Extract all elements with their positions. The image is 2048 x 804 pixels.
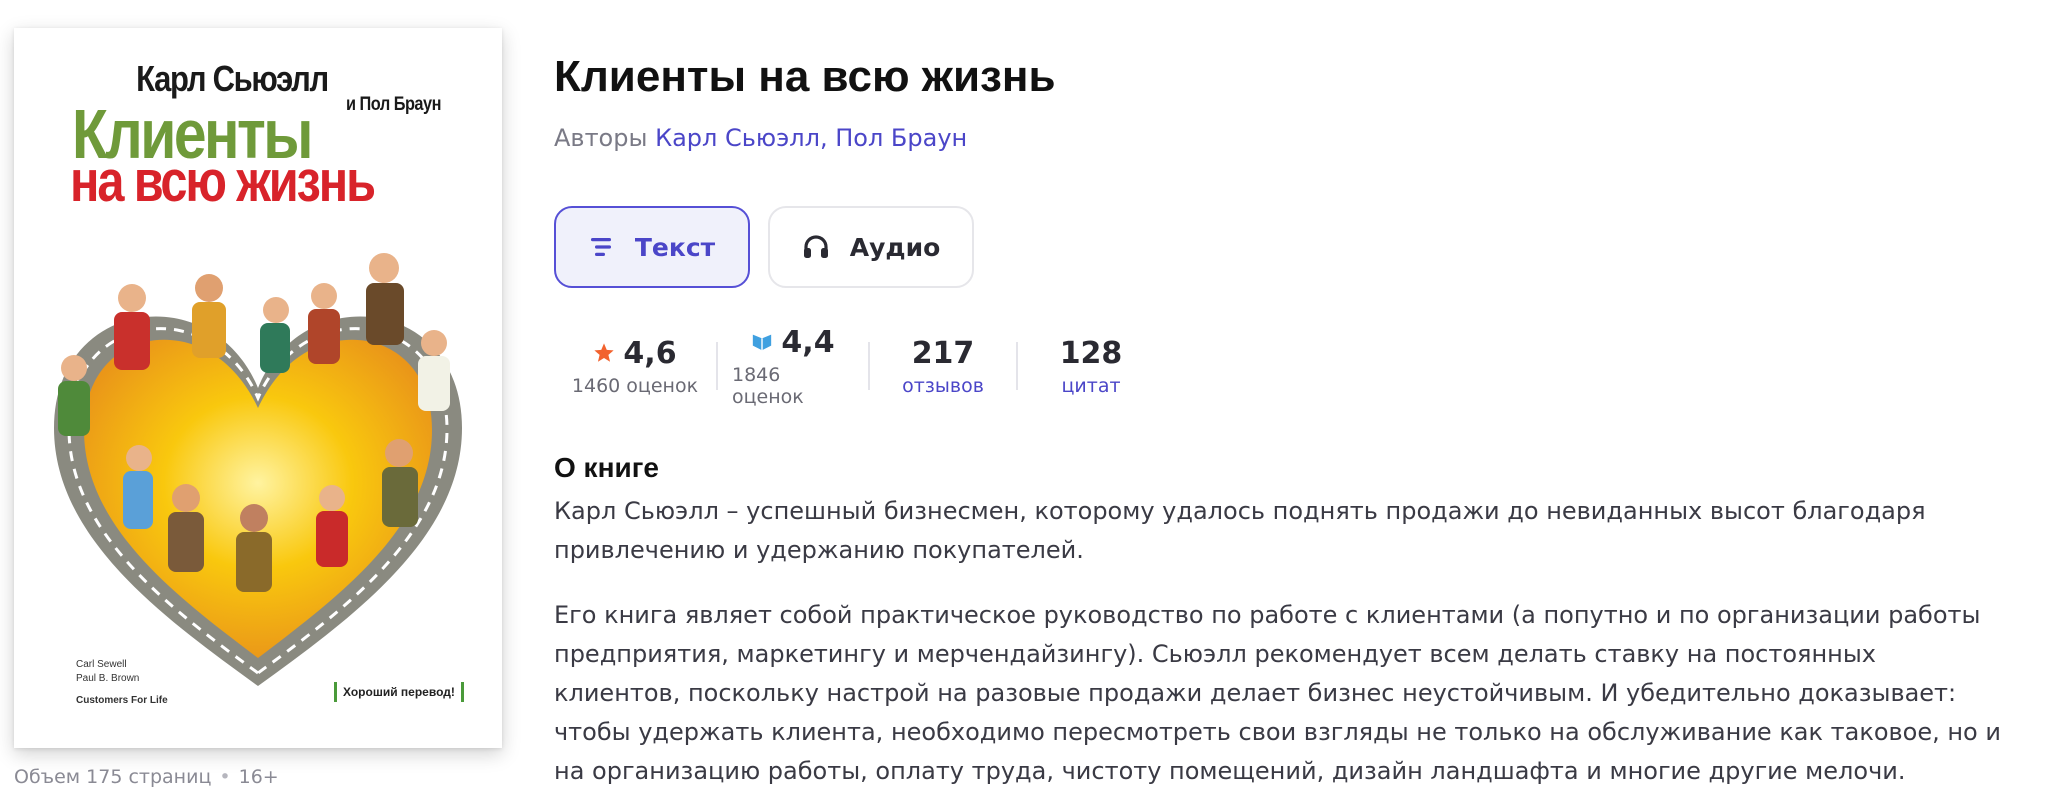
about-paragraph-1: Карл Сьюэлл – успешный бизнесмен, которо… (554, 497, 1926, 564)
cover-en-author2: Paul B. Brown (76, 673, 140, 684)
about-heading: О книге (554, 452, 659, 483)
meta-separator-dot: • (219, 766, 231, 788)
cover-coauthor: и Пол Браун (346, 94, 441, 115)
format-audio-label: Аудио (849, 232, 941, 262)
authors-label: Авторы (554, 124, 648, 152)
page-count: Объем 175 страниц (14, 766, 212, 788)
format-text-button[interactable]: Текст (554, 206, 750, 288)
about-paragraph-2: Его книга являет собой практическое руко… (554, 601, 2001, 785)
age-rating: 16+ (238, 766, 279, 788)
headphones-icon (803, 235, 828, 258)
rating-litres[interactable]: 4,6 1460 оценок (554, 330, 716, 402)
authors-line: Авторы Карл Сьюэлл, Пол Браун (554, 124, 967, 152)
rating-bookmate[interactable]: 4,4 1846 оценок (718, 325, 868, 408)
rating-bookmate-count: 1846 оценок (732, 363, 804, 408)
reviews-stat[interactable]: 217 отзывов (870, 330, 1016, 402)
cover-badge: Хороший перевод! (334, 682, 464, 702)
reviews-link[interactable]: отзывов (902, 375, 984, 397)
book-title: Клиенты на всю жизнь (554, 52, 1056, 101)
rating-bookmate-value: 4,4 (781, 324, 835, 360)
quotes-link[interactable]: цитат (1061, 375, 1120, 397)
book-meta: Объем 175 страниц • 16+ (14, 766, 279, 788)
reviews-count: 217 (911, 335, 975, 371)
book-stats: 4,6 1460 оценок 4,4 1846 оценок 217 отзы… (554, 325, 1164, 408)
authors-link[interactable]: Карл Сьюэлл, Пол Браун (655, 124, 967, 152)
cover-title-line2: на всю жизнь (70, 149, 376, 214)
format-audio-button[interactable]: Аудио (768, 206, 974, 288)
cover-en-author1: Carl Sewell (76, 659, 127, 670)
book-cover[interactable]: Карл Сьюэлл и Пол Браун Клиенты на всю ж… (14, 28, 502, 748)
rating-litres-value: 4,6 (623, 335, 677, 371)
cover-illustration (54, 253, 462, 686)
quotes-stat[interactable]: 128 цитат (1018, 330, 1164, 402)
rating-litres-count: 1460 оценок (571, 374, 699, 397)
quotes-count: 128 (1059, 335, 1123, 371)
text-lines-icon (590, 238, 611, 256)
format-text-label: Текст (634, 232, 716, 262)
bookmate-icon (753, 334, 772, 351)
cover-en-title: Customers For Life (76, 695, 168, 706)
star-icon (594, 343, 615, 362)
